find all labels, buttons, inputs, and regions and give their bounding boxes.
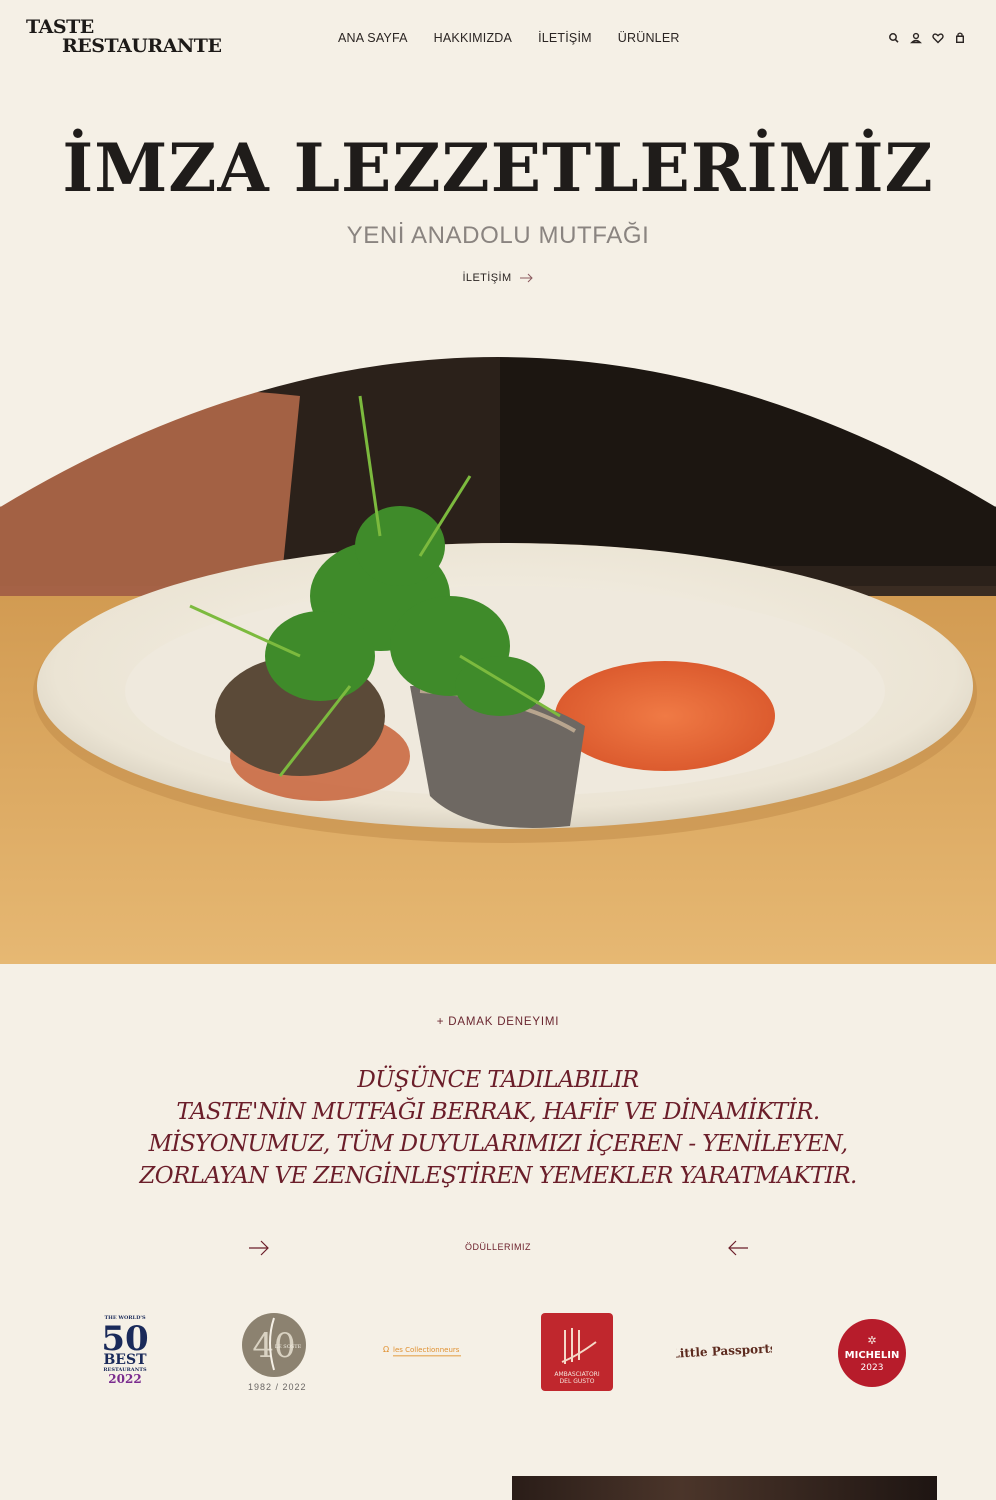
user-icon[interactable] xyxy=(910,31,922,45)
hero-subtitle: YENİ ANADOLU MUTFAĞI xyxy=(346,222,650,249)
search-icon[interactable] xyxy=(888,31,900,45)
svg-text:2022: 2022 xyxy=(108,1372,141,1386)
ambasciatori-del-gusto-logo: AMBASCIATORI DEL GUSTO xyxy=(540,1312,614,1392)
svg-text:✲: ✲ xyxy=(867,1334,876,1347)
nav-item-urunler[interactable]: ÜRÜNLER xyxy=(618,31,680,45)
bag-icon[interactable] xyxy=(954,31,966,45)
taste-experience-eyebrow: + DAMAK DENEYIMI xyxy=(436,1016,560,1028)
arrow-right-icon xyxy=(519,273,533,283)
awards-label: ÖDÜLLERIMIZ xyxy=(464,1242,531,1252)
svg-text:MICHELIN: MICHELIN xyxy=(845,1350,900,1361)
site-header: TASTE RESTAURANTE ANA SAYFA HAKKIMIZDA İ… xyxy=(0,0,996,78)
svg-text:Little Passports: Little Passports xyxy=(676,1341,772,1361)
main-nav: ANA SAYFA HAKKIMIZDA İLETİŞİM ÜRÜNLER xyxy=(338,31,680,45)
svg-text:BEST: BEST xyxy=(103,1352,147,1368)
le-soste-caption: 1982 / 2022 xyxy=(248,1382,307,1392)
svg-text:Ω: Ω xyxy=(383,1345,389,1354)
brand-line-2: RESTAURANTE xyxy=(62,35,222,57)
nav-item-iletisim[interactable]: İLETİŞİM xyxy=(538,31,592,45)
michelin-logo: ✲ MICHELIN 2023 xyxy=(837,1318,907,1388)
hero-title: İMZA LEZZETLERİMİZ xyxy=(62,129,934,207)
hero-contact-label: İLETİŞİM xyxy=(462,272,512,284)
svg-text:AMBASCIATORI: AMBASCIATORI xyxy=(554,1371,599,1378)
mission-line: TASTE'NİN MUTFAĞI BERRAK, HAFİF VE DİNAM… xyxy=(176,1099,820,1125)
svg-text:2023: 2023 xyxy=(861,1363,884,1373)
les-collectionneurs-logo: Ω les Collectionneurs xyxy=(383,1342,465,1362)
header-icons xyxy=(888,31,966,45)
signature-dish-image xyxy=(0,356,996,964)
svg-text:DEL GUSTO: DEL GUSTO xyxy=(560,1378,595,1385)
awards-header: ÖDÜLLERIMIZ xyxy=(0,1238,996,1258)
mission-line: ZORLAYAN VE ZENGİNLEŞTİREN YEMEKLER YARA… xyxy=(139,1163,857,1189)
mission-line: DÜŞÜNCE TADILABILIR xyxy=(357,1067,639,1093)
awards-prev-button[interactable] xyxy=(726,1238,750,1258)
nav-item-hakkimizda[interactable]: HAKKIMIZDA xyxy=(434,31,512,45)
heart-icon[interactable] xyxy=(932,31,944,45)
svg-text:les Collectionneurs: les Collectionneurs xyxy=(393,1346,460,1354)
hero-contact-link[interactable]: İLETİŞİM xyxy=(0,272,996,284)
restaurant-interior-image xyxy=(512,1476,937,1500)
little-passports-logo: Little Passports xyxy=(671,1338,777,1364)
brand-logo[interactable]: TASTE RESTAURANTE xyxy=(26,18,222,57)
le-soste-logo: 40 LE SOSTE 1982 / 2022 xyxy=(238,1312,310,1392)
mission-line: MİSYONUMUZ, TÜM DUYULARIMIZI İÇEREN - YE… xyxy=(148,1131,848,1157)
arrow-left-icon xyxy=(728,1240,748,1256)
nav-item-ana-sayfa[interactable]: ANA SAYFA xyxy=(338,31,408,45)
svg-text:LE SOSTE: LE SOSTE xyxy=(275,1344,302,1350)
mission-statement: DÜŞÜNCE TADILABILIR TASTE'NİN MUTFAĞI BE… xyxy=(0,1064,996,1192)
the-worlds-50-best-logo: THE WORLD'S 50 BEST RESTAURANTS 2022 xyxy=(100,1312,150,1392)
